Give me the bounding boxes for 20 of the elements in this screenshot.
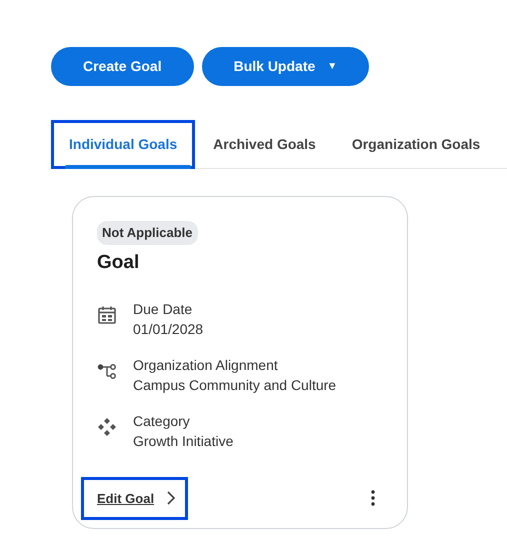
- edit-goal-link[interactable]: Edit Goal: [81, 476, 188, 520]
- field-value: Growth Initiative: [133, 432, 234, 450]
- field-value: Campus Community and Culture: [133, 376, 336, 394]
- tab[interactable]: Organization Goals: [334, 120, 498, 169]
- field-label: Due Date: [133, 300, 194, 318]
- calendar-icon: [97, 304, 117, 324]
- more-options-button[interactable]: [369, 488, 377, 508]
- bulk-update-dropdown[interactable]: Bulk Update ▼: [202, 47, 370, 86]
- field-label: Organization Alignment: [133, 356, 279, 374]
- goal-title: Goal: [97, 251, 140, 275]
- field-value: 01/01/2028: [133, 320, 204, 338]
- create-goal-button[interactable]: Create Goal: [51, 47, 194, 86]
- status-tag: Not Applicable: [97, 221, 198, 244]
- chevron-right-icon: [166, 490, 176, 506]
- caret-icon: ▼: [327, 59, 338, 74]
- kebab-icon: [371, 490, 375, 506]
- tab[interactable]: Individual Goals: [51, 120, 196, 169]
- field-label: Category: [133, 412, 191, 430]
- tab[interactable]: Archived Goals: [195, 120, 334, 169]
- diamonds-icon: [97, 416, 117, 436]
